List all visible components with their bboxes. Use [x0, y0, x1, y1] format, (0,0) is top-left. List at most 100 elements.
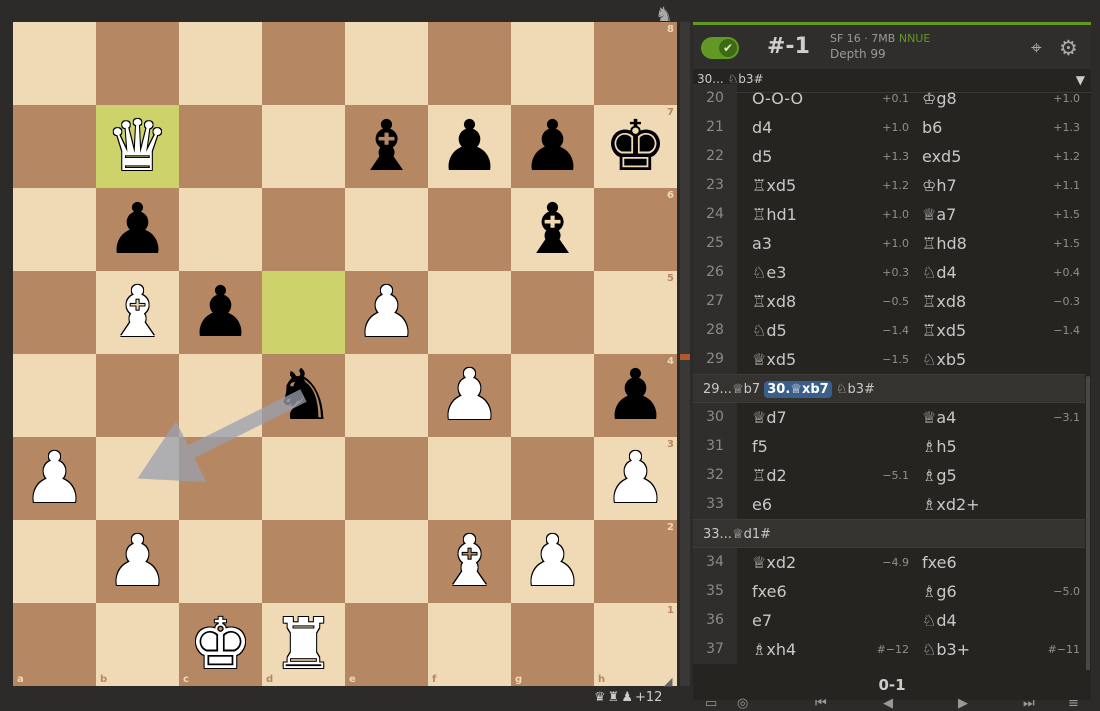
black-move[interactable]: ♗g6 — [922, 577, 957, 606]
white-move[interactable]: fxe6 — [752, 577, 787, 606]
square-e6[interactable] — [345, 188, 428, 271]
white-move[interactable]: d5 — [752, 142, 772, 171]
white-pawn-icon[interactable]: ♟ — [428, 354, 511, 437]
white-move[interactable]: ♕d7 — [752, 403, 787, 432]
black-move[interactable]: ♗g5 — [922, 461, 957, 490]
black-move[interactable]: ♕a7 — [922, 200, 956, 229]
square-h2[interactable]: 2 — [594, 520, 677, 603]
black-pawn-icon[interactable]: ♟ — [179, 271, 262, 354]
variation-pre[interactable]: 33...♕d1# — [703, 527, 771, 542]
black-king-icon[interactable]: ♚ — [594, 105, 677, 188]
white-move[interactable]: e6 — [752, 490, 772, 519]
white-move[interactable]: ♗xh4 — [752, 635, 796, 664]
square-a7[interactable] — [13, 105, 96, 188]
black-bishop-icon[interactable]: ♝ — [345, 105, 428, 188]
square-d6[interactable] — [262, 188, 345, 271]
first-move-icon[interactable]: ⏮ — [815, 696, 827, 711]
variation-pre[interactable]: 29...♕b7 — [703, 382, 760, 397]
engine-toggle[interactable]: ✔ — [701, 37, 739, 59]
square-c8[interactable] — [179, 22, 262, 105]
white-queen-icon[interactable]: ♛ — [96, 105, 179, 188]
crosshair-icon[interactable]: ⌖ — [1031, 37, 1042, 59]
square-g5[interactable] — [511, 271, 594, 354]
black-pawn-icon[interactable]: ♟ — [594, 354, 677, 437]
black-move[interactable]: ♘d4 — [922, 258, 957, 287]
white-move[interactable]: ♖d2 — [752, 461, 787, 490]
black-move[interactable]: fxe6 — [922, 548, 957, 577]
square-c3[interactable] — [179, 437, 262, 520]
white-move[interactable]: d4 — [752, 113, 772, 142]
white-pawn-icon[interactable]: ♟ — [13, 437, 96, 520]
chess-board[interactable]: 8 7 6 5 4 3 2 a b c d e f g 1 h ♛ ♝ ♟ ♟ ♚ ♟ ♝ ♝ ♟ ♟ ♞ ♟ ♟ ♟ ♟ ♟ ♝ ♟ ♚ ♜ — [13, 22, 677, 686]
black-move[interactable]: ♗xd2+ — [922, 490, 980, 519]
black-pawn-icon[interactable]: ♟ — [428, 105, 511, 188]
black-move[interactable]: ♘b3+ — [922, 635, 970, 664]
black-move[interactable]: ♖xd8 — [922, 287, 966, 316]
scrollbar-thumb[interactable] — [1086, 376, 1090, 676]
black-move[interactable]: ♗h5 — [922, 432, 957, 461]
square-e1[interactable]: e — [345, 603, 428, 686]
square-g3[interactable] — [511, 437, 594, 520]
square-a5[interactable] — [13, 271, 96, 354]
white-move[interactable]: a3 — [752, 229, 772, 258]
black-pawn-icon[interactable]: ♟ — [96, 188, 179, 271]
black-move[interactable]: b6 — [922, 113, 942, 142]
black-bishop-icon[interactable]: ♝ — [511, 188, 594, 271]
square-h6[interactable]: 6 — [594, 188, 677, 271]
last-move-icon[interactable]: ⏭ — [1023, 696, 1035, 711]
square-h8[interactable]: 8 — [594, 22, 677, 105]
white-move[interactable]: ♖xd5 — [752, 171, 796, 200]
variation-post[interactable]: ♘b3# — [836, 382, 875, 397]
book-icon[interactable]: ▭ — [705, 696, 717, 711]
white-move[interactable]: O-O-O — [752, 84, 803, 113]
move-list-scrollbar[interactable] — [1085, 93, 1091, 680]
square-d5[interactable] — [262, 271, 345, 354]
target-icon[interactable]: ◎ — [737, 696, 748, 711]
white-rook-icon[interactable]: ♜ — [262, 603, 345, 686]
square-h5[interactable]: 5 — [594, 271, 677, 354]
resize-grip-icon[interactable]: ◢ — [664, 675, 676, 688]
square-c4[interactable] — [179, 354, 262, 437]
black-move[interactable]: ♔g8 — [922, 84, 957, 113]
white-move[interactable]: ♘d5 — [752, 316, 787, 345]
black-move[interactable]: ♘d4 — [922, 606, 957, 635]
white-move[interactable]: ♖xd8 — [752, 287, 796, 316]
square-c6[interactable] — [179, 188, 262, 271]
square-a2[interactable] — [13, 520, 96, 603]
square-f8[interactable] — [428, 22, 511, 105]
white-bishop-icon[interactable]: ♝ — [96, 271, 179, 354]
square-f6[interactable] — [428, 188, 511, 271]
square-g4[interactable] — [511, 354, 594, 437]
square-b1[interactable]: b — [96, 603, 179, 686]
black-knight-icon[interactable]: ♞ — [262, 354, 345, 437]
white-pawn-icon[interactable]: ♟ — [594, 437, 677, 520]
variation-line[interactable]: 29...♕b7 30.♕xb7 ♘b3# — [693, 374, 1085, 403]
prev-move-icon[interactable]: ◀ — [883, 696, 893, 711]
square-d8[interactable] — [262, 22, 345, 105]
square-e4[interactable] — [345, 354, 428, 437]
square-b8[interactable] — [96, 22, 179, 105]
square-d7[interactable] — [262, 105, 345, 188]
square-c7[interactable] — [179, 105, 262, 188]
black-move[interactable]: ♕a4 — [922, 403, 956, 432]
square-f5[interactable] — [428, 271, 511, 354]
square-h1[interactable]: 1h — [594, 603, 677, 686]
black-move[interactable]: ♘xb5 — [922, 345, 966, 374]
white-king-icon[interactable]: ♚ — [179, 603, 262, 686]
white-bishop-icon[interactable]: ♝ — [428, 520, 511, 603]
square-e3[interactable] — [345, 437, 428, 520]
white-move[interactable]: e7 — [752, 606, 772, 635]
black-pawn-icon[interactable]: ♟ — [511, 105, 594, 188]
next-move-icon[interactable]: ▶ — [958, 696, 968, 711]
square-a8[interactable] — [13, 22, 96, 105]
square-e8[interactable] — [345, 22, 428, 105]
square-e2[interactable] — [345, 520, 428, 603]
white-move[interactable]: ♕xd5 — [752, 345, 796, 374]
square-d2[interactable] — [262, 520, 345, 603]
black-move[interactable]: ♖xd5 — [922, 316, 966, 345]
square-g8[interactable] — [511, 22, 594, 105]
square-c2[interactable] — [179, 520, 262, 603]
white-move[interactable]: ♘e3 — [752, 258, 786, 287]
square-a6[interactable] — [13, 188, 96, 271]
gear-icon[interactable]: ⚙ — [1059, 36, 1078, 60]
